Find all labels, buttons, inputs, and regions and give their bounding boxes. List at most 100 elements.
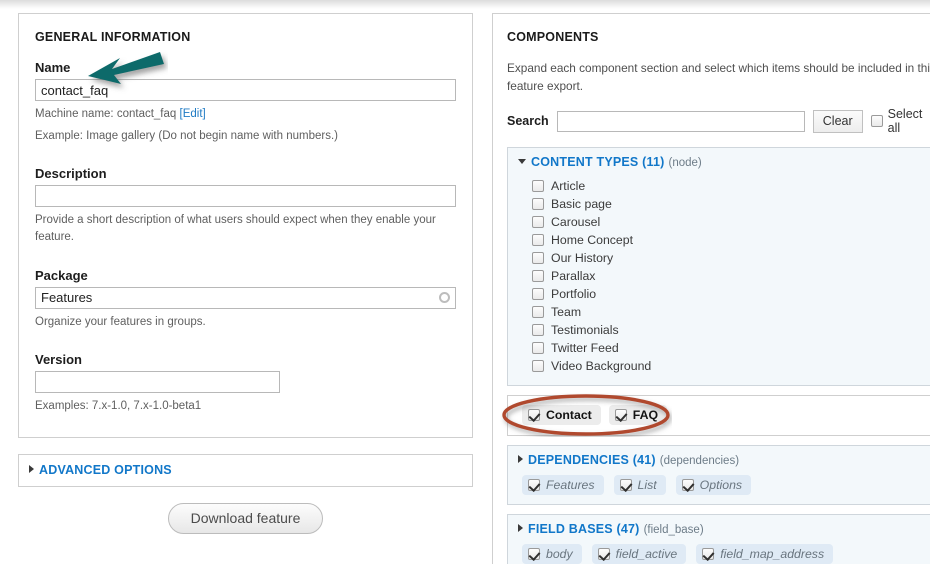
content-type-checkbox[interactable]: [532, 306, 544, 318]
clear-search-button[interactable]: Clear: [813, 110, 863, 133]
list-item-label: Parallax: [551, 269, 595, 283]
search-label: Search: [507, 114, 549, 128]
content-type-checkbox[interactable]: [532, 360, 544, 372]
list-item[interactable]: Testimonials: [532, 321, 930, 339]
download-feature-button[interactable]: Download feature: [168, 503, 324, 534]
components-panel: COMPONENTS Expand each component section…: [492, 13, 930, 564]
dependency-pill[interactable]: List: [614, 475, 666, 495]
list-item[interactable]: Carousel: [532, 213, 930, 231]
general-information-column: GENERAL INFORMATION Name Machine name: c…: [18, 13, 473, 534]
selected-chip-faq[interactable]: FAQ: [609, 405, 667, 425]
content-type-checkbox[interactable]: [532, 198, 544, 210]
list-item-label: Portfolio: [551, 287, 596, 301]
machine-name-row: Machine name: contact_faq [Edit]: [35, 106, 456, 123]
name-label: Name: [35, 60, 456, 75]
components-description: Expand each component section and select…: [507, 60, 930, 95]
screen: GENERAL INFORMATION Name Machine name: c…: [0, 0, 930, 564]
field-bases-title: FIELD BASES (47): [528, 522, 640, 536]
download-button-row: Download feature: [18, 503, 473, 534]
content-type-checkbox[interactable]: [532, 288, 544, 300]
selected-components-row: Contact FAQ: [508, 396, 930, 435]
components-column: COMPONENTS Expand each component section…: [492, 13, 930, 564]
selected-chip-label: FAQ: [633, 408, 658, 422]
list-item-label: Team: [551, 305, 581, 319]
field-bases-header[interactable]: FIELD BASES (47) (field_base): [508, 515, 930, 542]
list-item[interactable]: Twitter Feed: [532, 339, 930, 357]
version-input[interactable]: [35, 371, 280, 393]
advanced-options-label: ADVANCED OPTIONS: [39, 463, 172, 477]
content-type-checkbox[interactable]: [532, 234, 544, 246]
autocomplete-throbber-icon: [439, 292, 450, 303]
field-base-checkbox[interactable]: [702, 548, 714, 560]
description-help-text: Provide a short description of what user…: [35, 212, 456, 245]
list-item[interactable]: Video Background: [532, 357, 930, 375]
field-base-checkbox[interactable]: [598, 548, 610, 560]
machine-name-prefix: Machine name:: [35, 108, 117, 120]
field-base-pill[interactable]: field_map_address: [696, 544, 833, 564]
field-base-checkbox[interactable]: [528, 548, 540, 560]
search-input[interactable]: [557, 111, 805, 132]
version-field-block: Version Examples: 7.x-1.0, 7.x-1.0-beta1: [35, 352, 456, 415]
components-title: COMPONENTS: [507, 30, 930, 44]
contact-checkbox[interactable]: [528, 409, 540, 421]
list-item-label: Article: [551, 179, 585, 193]
list-item[interactable]: Basic page: [532, 195, 930, 213]
field-bases-machine-name: (field_base): [644, 524, 704, 536]
content-type-checkbox[interactable]: [532, 216, 544, 228]
faq-checkbox[interactable]: [615, 409, 627, 421]
description-input[interactable]: [35, 185, 456, 207]
dependencies-title: DEPENDENCIES (41): [528, 453, 656, 467]
select-all-checkbox[interactable]: [871, 115, 883, 127]
list-item-label: Twitter Feed: [551, 341, 619, 355]
list-item-label: Our History: [551, 251, 613, 265]
machine-name-edit-link[interactable]: [Edit]: [180, 108, 206, 120]
version-label: Version: [35, 352, 456, 367]
list-item-label: Video Background: [551, 359, 651, 373]
list-item[interactable]: Home Concept: [532, 231, 930, 249]
selected-chip-contact[interactable]: Contact: [522, 405, 601, 425]
dependency-checkbox[interactable]: [682, 479, 694, 491]
list-item[interactable]: Team: [532, 303, 930, 321]
field-base-label: field_map_address: [720, 547, 824, 561]
package-label: Package: [35, 268, 456, 283]
page-title: GENERAL INFORMATION: [35, 30, 456, 44]
select-all-control[interactable]: Select all: [871, 107, 930, 135]
name-field-block: Name Machine name: contact_faq [Edit] Ex…: [35, 60, 456, 144]
selected-chip-label: Contact: [546, 408, 592, 422]
triangle-right-icon: [29, 465, 34, 473]
components-search-row: Search Clear Select all: [507, 107, 930, 135]
list-item[interactable]: Portfolio: [532, 285, 930, 303]
content-types-title: CONTENT TYPES (11): [531, 155, 664, 169]
dependency-pill[interactable]: Features: [522, 475, 604, 495]
general-information-panel: GENERAL INFORMATION Name Machine name: c…: [18, 13, 473, 438]
dependencies-header[interactable]: DEPENDENCIES (41) (dependencies): [508, 446, 930, 473]
content-types-header[interactable]: CONTENT TYPES (11)(node): [508, 148, 930, 175]
triangle-right-icon: [518, 524, 523, 532]
list-item[interactable]: Parallax: [532, 267, 930, 285]
dependencies-machine-name: (dependencies): [660, 455, 739, 467]
dependency-checkbox[interactable]: [528, 479, 540, 491]
component-group-content-types: CONTENT TYPES (11)(node) Article Basic p…: [507, 147, 930, 386]
triangle-down-icon: [518, 159, 526, 164]
package-field-block: Package Organize your features in groups…: [35, 268, 456, 331]
content-type-checkbox[interactable]: [532, 342, 544, 354]
field-base-pill[interactable]: field_active: [592, 544, 687, 564]
advanced-options-section[interactable]: ADVANCED OPTIONS: [18, 454, 473, 487]
list-item[interactable]: Our History: [532, 249, 930, 267]
content-types-list: Article Basic page Carousel Home Co: [508, 175, 930, 385]
dependency-pill[interactable]: Options: [676, 475, 751, 495]
dependency-checkbox[interactable]: [620, 479, 632, 491]
field-base-label: body: [546, 547, 573, 561]
content-type-checkbox[interactable]: [532, 270, 544, 282]
content-type-checkbox[interactable]: [532, 180, 544, 192]
dependency-label: List: [638, 478, 657, 492]
name-input[interactable]: [35, 79, 456, 101]
list-item[interactable]: Article: [532, 177, 930, 195]
field-bases-pill-row: body field_active field_map_address: [508, 542, 930, 564]
description-label: Description: [35, 166, 456, 181]
field-base-pill[interactable]: body: [522, 544, 582, 564]
selected-components-group: Contact FAQ: [507, 395, 930, 436]
content-type-checkbox[interactable]: [532, 252, 544, 264]
package-input[interactable]: [35, 287, 456, 309]
content-type-checkbox[interactable]: [532, 324, 544, 336]
